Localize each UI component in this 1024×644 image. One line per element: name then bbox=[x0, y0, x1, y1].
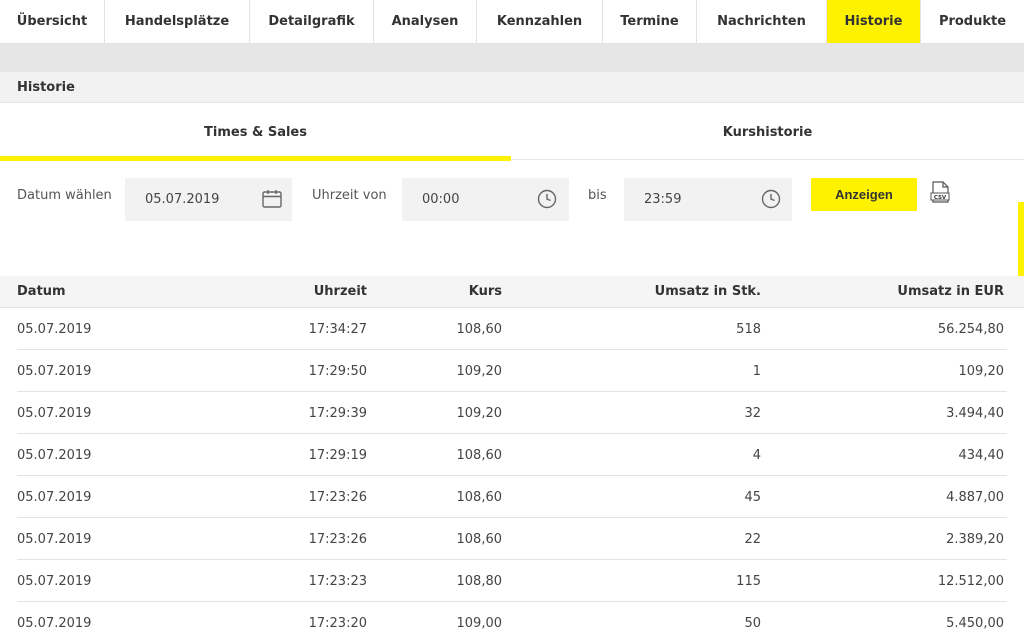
cell-time: 17:34:27 bbox=[308, 322, 367, 337]
header-volume-eur[interactable]: Umsatz in EUR bbox=[897, 284, 1004, 299]
cell-date: 05.07.2019 bbox=[17, 322, 92, 337]
cell-volume-pcs: 22 bbox=[744, 532, 761, 547]
cell-time: 17:23:26 bbox=[308, 490, 367, 505]
date-value: 05.07.2019 bbox=[145, 192, 220, 207]
csv-download-icon[interactable]: CSV bbox=[929, 181, 951, 203]
table-row: 05.07.2019 17:23:26 108,60 45 4.887,00 bbox=[17, 476, 1007, 518]
subtab-times-sales[interactable]: Times & Sales bbox=[0, 104, 511, 161]
table-row: 05.07.2019 17:23:26 108,60 22 2.389,20 bbox=[17, 518, 1007, 560]
subtab-times-sales-label: Times & Sales bbox=[204, 124, 307, 140]
table-row: 05.07.2019 17:29:19 108,60 4 434,40 bbox=[17, 434, 1007, 476]
tab-kennzahlen[interactable]: Kennzahlen bbox=[477, 0, 603, 43]
tab-nachrichten[interactable]: Nachrichten bbox=[697, 0, 827, 43]
table-header: Datum Uhrzeit Kurs Umsatz in Stk. Umsatz… bbox=[0, 276, 1024, 308]
cell-time: 17:23:26 bbox=[308, 532, 367, 547]
cell-price: 108,60 bbox=[456, 448, 503, 463]
tab-produkte[interactable]: Produkte bbox=[921, 0, 1024, 43]
cell-date: 05.07.2019 bbox=[17, 490, 92, 505]
time-to-input[interactable]: 23:59 bbox=[624, 178, 792, 221]
svg-text:CSV: CSV bbox=[934, 195, 947, 201]
cell-volume-eur: 5.450,00 bbox=[946, 616, 1004, 631]
to-label: bis bbox=[588, 188, 607, 203]
cell-volume-pcs: 518 bbox=[736, 322, 761, 337]
cell-price: 109,00 bbox=[456, 616, 503, 631]
clock-icon[interactable] bbox=[760, 188, 782, 210]
section-title: Historie bbox=[17, 80, 75, 95]
time-from-value: 00:00 bbox=[422, 192, 460, 207]
active-tab-indicator bbox=[0, 156, 511, 161]
table-row: 05.07.2019 17:23:20 109,00 50 5.450,00 bbox=[17, 602, 1007, 644]
header-volume-pcs[interactable]: Umsatz in Stk. bbox=[655, 284, 761, 299]
cell-date: 05.07.2019 bbox=[17, 574, 92, 589]
date-input[interactable]: 05.07.2019 bbox=[125, 178, 292, 221]
cell-time: 17:23:20 bbox=[308, 616, 367, 631]
cell-volume-eur: 2.389,20 bbox=[946, 532, 1004, 547]
cell-volume-eur: 434,40 bbox=[958, 448, 1005, 463]
cell-volume-pcs: 45 bbox=[744, 490, 761, 505]
cell-date: 05.07.2019 bbox=[17, 532, 92, 547]
date-label: Datum wählen bbox=[17, 188, 112, 203]
section-header: Historie bbox=[0, 72, 1024, 103]
cell-volume-eur: 12.512,00 bbox=[937, 574, 1004, 589]
table-row: 05.07.2019 17:29:50 109,20 1 109,20 bbox=[17, 350, 1007, 392]
cell-volume-eur: 109,20 bbox=[958, 364, 1005, 379]
cell-price: 108,60 bbox=[456, 532, 503, 547]
tab-uebersicht[interactable]: Übersicht bbox=[0, 0, 105, 43]
show-button[interactable]: Anzeigen bbox=[811, 178, 917, 211]
cell-volume-eur: 56.254,80 bbox=[937, 322, 1004, 337]
cell-volume-pcs: 4 bbox=[752, 448, 761, 463]
header-time[interactable]: Uhrzeit bbox=[314, 284, 367, 299]
cell-volume-pcs: 50 bbox=[744, 616, 761, 631]
time-to-value: 23:59 bbox=[644, 192, 682, 207]
cell-time: 17:29:19 bbox=[308, 448, 367, 463]
cell-price: 108,80 bbox=[456, 574, 503, 589]
spacer-band bbox=[0, 44, 1024, 72]
calendar-icon[interactable] bbox=[261, 188, 283, 210]
time-from-label: Uhrzeit von bbox=[312, 188, 387, 203]
cell-volume-pcs: 1 bbox=[752, 364, 761, 379]
header-date[interactable]: Datum bbox=[17, 284, 66, 299]
cell-price: 108,60 bbox=[456, 490, 503, 505]
header-price[interactable]: Kurs bbox=[469, 284, 502, 299]
tab-historie[interactable]: Historie bbox=[827, 0, 921, 43]
scrollbar-thumb[interactable] bbox=[1018, 202, 1024, 286]
cell-date: 05.07.2019 bbox=[17, 406, 92, 421]
cell-volume-eur: 3.494,40 bbox=[946, 406, 1004, 421]
top-navigation: Übersicht Handelsplätze Detailgrafik Ana… bbox=[0, 0, 1024, 44]
tab-detailgrafik[interactable]: Detailgrafik bbox=[250, 0, 374, 43]
tab-termine[interactable]: Termine bbox=[603, 0, 697, 43]
time-from-input[interactable]: 00:00 bbox=[402, 178, 569, 221]
cell-price: 109,20 bbox=[456, 364, 503, 379]
cell-price: 108,60 bbox=[456, 322, 503, 337]
cell-volume-pcs: 32 bbox=[744, 406, 761, 421]
table-row: 05.07.2019 17:34:27 108,60 518 56.254,80 bbox=[17, 308, 1007, 350]
cell-date: 05.07.2019 bbox=[17, 448, 92, 463]
cell-date: 05.07.2019 bbox=[17, 364, 92, 379]
cell-volume-pcs: 115 bbox=[736, 574, 761, 589]
table-row: 05.07.2019 17:23:23 108,80 115 12.512,00 bbox=[17, 560, 1007, 602]
tab-handelsplaetze[interactable]: Handelsplätze bbox=[105, 0, 250, 43]
subtab-kurshistorie[interactable]: Kurshistorie bbox=[511, 104, 1024, 160]
tab-analysen[interactable]: Analysen bbox=[374, 0, 477, 43]
subtab-kurshistorie-label: Kurshistorie bbox=[722, 124, 813, 140]
cell-time: 17:23:23 bbox=[308, 574, 367, 589]
cell-volume-eur: 4.887,00 bbox=[946, 490, 1004, 505]
cell-date: 05.07.2019 bbox=[17, 616, 92, 631]
cell-time: 17:29:50 bbox=[308, 364, 367, 379]
history-subtabs: Times & Sales Kurshistorie bbox=[0, 104, 1024, 161]
cell-price: 109,20 bbox=[456, 406, 503, 421]
table-row: 05.07.2019 17:29:39 109,20 32 3.494,40 bbox=[17, 392, 1007, 434]
cell-time: 17:29:39 bbox=[308, 406, 367, 421]
clock-icon[interactable] bbox=[536, 188, 558, 210]
